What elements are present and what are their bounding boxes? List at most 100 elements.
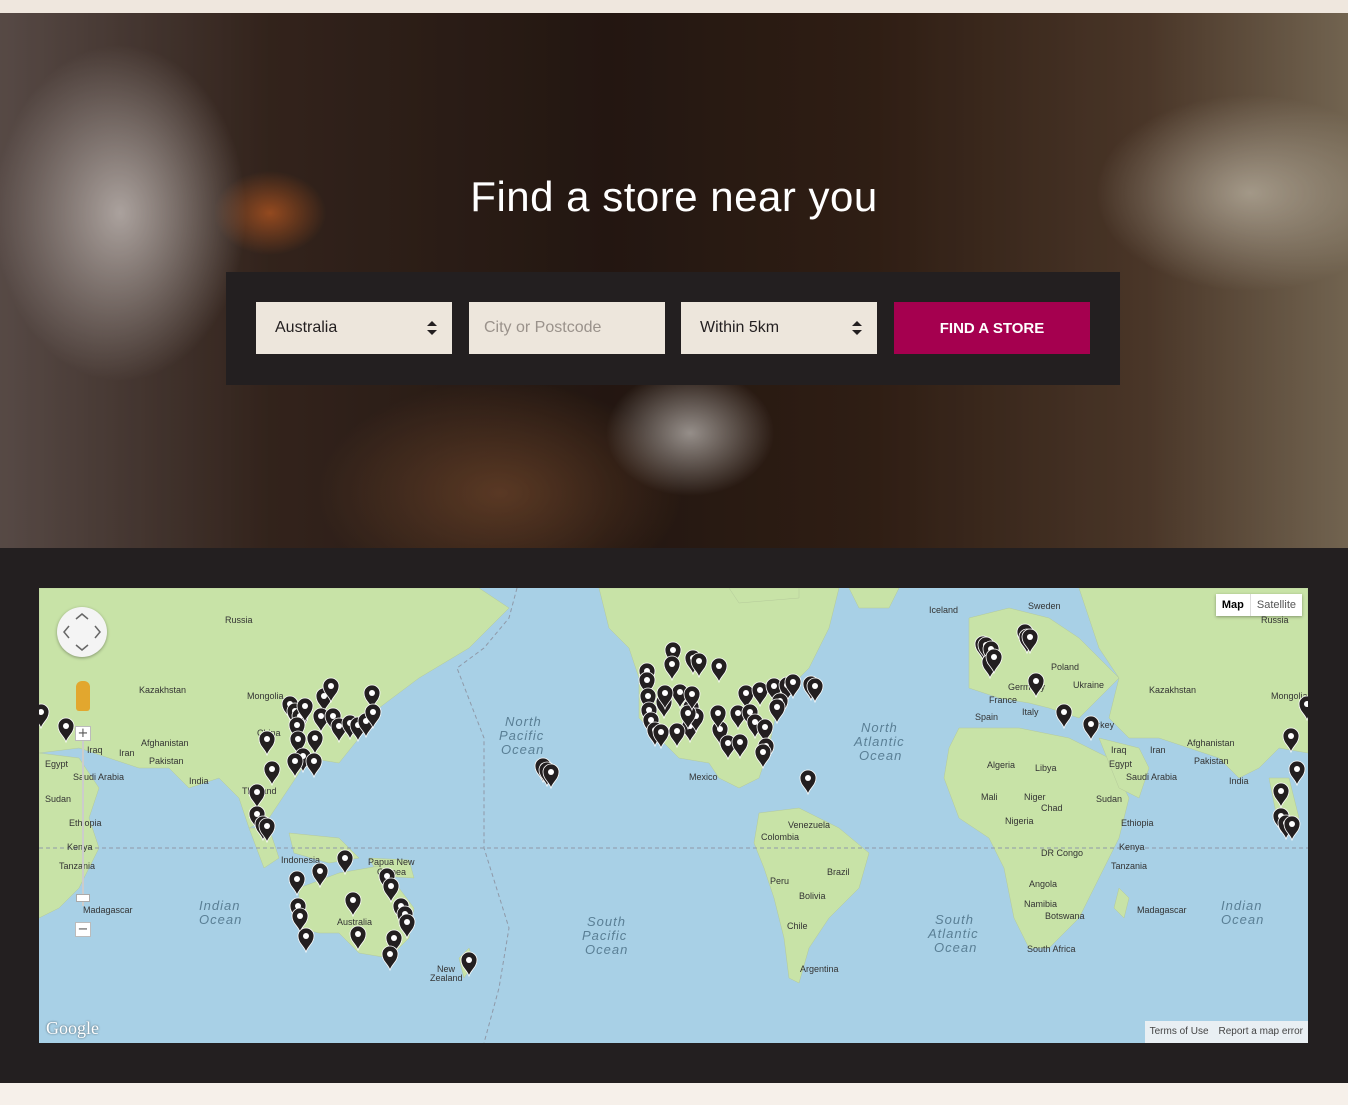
- terms-of-use-link[interactable]: Terms of Use: [1145, 1021, 1214, 1043]
- svg-text:Brazil: Brazil: [827, 867, 850, 877]
- svg-text:Niger: Niger: [1024, 792, 1046, 802]
- svg-text:Kenya: Kenya: [1119, 842, 1145, 852]
- svg-text:Pakistan: Pakistan: [1194, 756, 1229, 766]
- radius-select[interactable]: Within 5km: [681, 302, 877, 354]
- svg-text:Angola: Angola: [1029, 879, 1057, 889]
- map-type-satellite-button[interactable]: Satellite: [1251, 594, 1302, 616]
- svg-text:Ocean: Ocean: [934, 940, 977, 955]
- svg-text:Pacific: Pacific: [499, 728, 544, 743]
- map-type-map-button[interactable]: Map: [1216, 594, 1251, 616]
- svg-text:Saudi Arabia: Saudi Arabia: [1126, 772, 1177, 782]
- svg-text:Indonesia: Indonesia: [281, 855, 320, 865]
- svg-text:Peru: Peru: [770, 876, 789, 886]
- svg-text:Kazakhstan: Kazakhstan: [1149, 685, 1196, 695]
- street-view-pegman-icon[interactable]: [76, 681, 90, 711]
- svg-text:Spain: Spain: [975, 712, 998, 722]
- svg-text:Kazakhstan: Kazakhstan: [139, 685, 186, 695]
- svg-text:Ocean: Ocean: [585, 942, 628, 957]
- svg-text:Mali: Mali: [981, 792, 998, 802]
- svg-text:Russia: Russia: [225, 615, 253, 625]
- svg-text:Kenya: Kenya: [67, 842, 93, 852]
- svg-text:DR Congo: DR Congo: [1041, 848, 1083, 858]
- svg-text:Botswana: Botswana: [1045, 911, 1085, 921]
- svg-text:Australia: Australia: [337, 917, 372, 927]
- svg-text:Libya: Libya: [1035, 763, 1057, 773]
- country-select[interactable]: Australia: [256, 302, 452, 354]
- svg-text:Ethiopia: Ethiopia: [1121, 818, 1154, 828]
- svg-text:Atlantic: Atlantic: [927, 926, 979, 941]
- svg-text:Ocean: Ocean: [1221, 912, 1264, 927]
- svg-text:Papua New: Papua New: [368, 857, 415, 867]
- svg-text:Mongolia: Mongolia: [247, 691, 284, 701]
- svg-text:Colombia: Colombia: [761, 832, 799, 842]
- store-search-form: Australia Within 5km FIND A STORE: [226, 272, 1120, 385]
- svg-text:Indian: Indian: [1221, 898, 1262, 913]
- svg-text:Ocean: Ocean: [199, 912, 242, 927]
- store-marker-icon[interactable]: [297, 927, 315, 954]
- zoom-track[interactable]: [82, 738, 84, 906]
- zoom-slider-handle[interactable]: [76, 894, 90, 902]
- svg-text:Saudi Arabia: Saudi Arabia: [73, 772, 124, 782]
- map-footer-links: Terms of Use Report a map error: [1144, 1021, 1308, 1043]
- page-title: Find a store near you: [470, 173, 878, 220]
- svg-text:North: North: [505, 714, 542, 729]
- top-bar: [0, 0, 1348, 13]
- svg-text:Madagascar: Madagascar: [83, 905, 133, 915]
- world-map-graphic: Russia Kazakhstan Mongolia China Afghani…: [39, 588, 1308, 1043]
- svg-text:North: North: [861, 720, 898, 735]
- report-map-error-link[interactable]: Report a map error: [1214, 1021, 1308, 1043]
- svg-text:Madagascar: Madagascar: [1137, 905, 1187, 915]
- svg-text:Argentina: Argentina: [800, 964, 839, 974]
- store-marker-icon[interactable]: [542, 763, 560, 790]
- svg-text:Indian: Indian: [199, 898, 240, 913]
- svg-text:Ocean: Ocean: [859, 748, 902, 763]
- svg-text:Iran: Iran: [119, 748, 135, 758]
- svg-text:Ethiopia: Ethiopia: [69, 818, 102, 828]
- zoom-out-button[interactable]: −: [75, 922, 91, 937]
- store-marker-icon[interactable]: [1082, 715, 1100, 742]
- radius-select-value: Within 5km: [700, 319, 780, 336]
- svg-text:Pacific: Pacific: [582, 928, 627, 943]
- svg-text:Nigeria: Nigeria: [1005, 816, 1034, 826]
- svg-text:South: South: [587, 914, 626, 929]
- svg-text:France: France: [989, 695, 1017, 705]
- store-marker-icon[interactable]: [305, 752, 323, 779]
- map-type-control: Map Satellite: [1215, 594, 1302, 616]
- page-footer-strip: [0, 1083, 1348, 1105]
- svg-text:Afghanistan: Afghanistan: [141, 738, 189, 748]
- svg-text:Ocean: Ocean: [501, 742, 544, 757]
- google-logo: Google: [46, 1018, 99, 1038]
- svg-text:Bolivia: Bolivia: [799, 891, 826, 901]
- store-marker-icon[interactable]: [1055, 703, 1073, 730]
- store-marker-icon[interactable]: [806, 677, 824, 704]
- zoom-in-button[interactable]: +: [75, 726, 91, 741]
- hero-banner: Find a store near you Australia Within 5…: [0, 13, 1348, 548]
- svg-text:Sweden: Sweden: [1028, 601, 1061, 611]
- svg-text:Egypt: Egypt: [1109, 759, 1133, 769]
- store-marker-icon[interactable]: [799, 769, 817, 796]
- svg-text:Namibia: Namibia: [1024, 899, 1057, 909]
- store-marker-icon[interactable]: [381, 945, 399, 972]
- pan-control[interactable]: [57, 607, 107, 657]
- find-store-button[interactable]: FIND A STORE: [894, 302, 1090, 354]
- svg-text:Zealand: Zealand: [430, 973, 463, 983]
- svg-text:Atlantic: Atlantic: [853, 734, 905, 749]
- svg-text:India: India: [189, 776, 209, 786]
- store-map[interactable]: Russia Kazakhstan Mongolia China Afghani…: [39, 588, 1308, 1043]
- svg-text:Tanzania: Tanzania: [1111, 861, 1147, 871]
- select-arrows-icon: [852, 321, 862, 335]
- svg-text:Poland: Poland: [1051, 662, 1079, 672]
- city-postcode-input[interactable]: [469, 302, 665, 354]
- svg-text:Ukraine: Ukraine: [1073, 680, 1104, 690]
- svg-text:South: South: [935, 912, 974, 927]
- store-marker-icon[interactable]: [336, 849, 354, 876]
- svg-text:Italy: Italy: [1022, 707, 1039, 717]
- svg-text:Iraq: Iraq: [1111, 745, 1127, 755]
- svg-text:Afghanistan: Afghanistan: [1187, 738, 1235, 748]
- svg-text:Sudan: Sudan: [45, 794, 71, 804]
- select-arrows-icon: [427, 321, 437, 335]
- map-section: Russia Kazakhstan Mongolia China Afghani…: [0, 548, 1348, 1083]
- svg-text:Russia: Russia: [1261, 615, 1289, 625]
- store-marker-icon[interactable]: [1288, 760, 1306, 787]
- svg-text:India: India: [1229, 776, 1249, 786]
